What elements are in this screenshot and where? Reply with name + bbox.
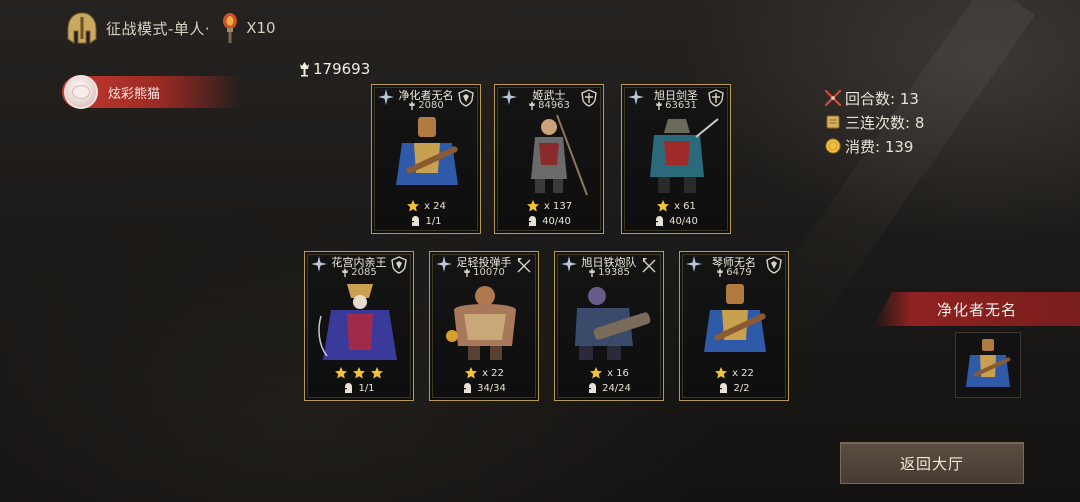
mode-header: 征战模式-单人· X10 — [64, 10, 276, 46]
troop-icon — [463, 383, 472, 393]
hero-power: 2080 — [372, 100, 480, 111]
star-row: x 22 — [430, 366, 538, 380]
hero-power: 2085 — [305, 267, 413, 278]
hero-card-1[interactable]: 净化者无名 2080 x 24 1/1 — [371, 84, 481, 234]
scroll-icon — [826, 115, 840, 129]
stat-triples: 三连次数: 8 — [824, 110, 924, 134]
hero-portrait — [704, 284, 766, 352]
star-row: x 16 — [555, 366, 663, 380]
troop-icon — [528, 216, 537, 226]
hero-portrait — [396, 117, 458, 185]
hero-card-7[interactable]: 琴师无名 6479 x 22 2/2 — [679, 251, 789, 401]
torch-ticket-icon — [223, 13, 238, 43]
hero-portrait — [531, 114, 588, 196]
player-avatar[interactable] — [64, 75, 98, 109]
star-row: x 61 — [622, 199, 730, 213]
ticket-count: X10 — [246, 19, 276, 37]
power-icon — [529, 100, 536, 110]
player-name: 炫彩熊猫 — [108, 86, 161, 102]
power-icon — [589, 267, 596, 277]
hero-portrait — [650, 118, 719, 193]
hero-power: 10070 — [430, 267, 538, 278]
stat-rounds: 回合数: 13 — [824, 86, 924, 110]
selected-hero-thumbnail[interactable] — [955, 332, 1021, 398]
player-banner[interactable]: 炫彩熊猫 — [62, 75, 242, 109]
hero-portrait — [446, 286, 516, 360]
troop-row: 2/2 — [680, 382, 788, 394]
power-icon — [409, 100, 416, 110]
star-icon — [335, 367, 347, 379]
star-row — [305, 366, 413, 380]
hero-power: 84963 — [495, 100, 603, 111]
troop-row: 34/34 — [430, 382, 538, 394]
hero-power: 19385 — [555, 267, 663, 278]
troop-icon — [719, 383, 728, 393]
battle-stats: 回合数: 13 三连次数: 8 消费: 139 — [824, 86, 924, 158]
troop-row: 24/24 — [555, 382, 663, 394]
star-icon — [715, 367, 728, 379]
troop-row: 40/40 — [495, 215, 603, 227]
hero-card-5[interactable]: 足轻投弹手 10070 x 22 34/34 — [429, 251, 539, 401]
hero-card-3[interactable]: 旭日剑圣 63631 x 61 40/40 — [621, 84, 731, 234]
troop-icon — [655, 216, 664, 226]
hero-portrait — [966, 339, 1011, 387]
troop-row: 1/1 — [372, 215, 480, 227]
total-power: 179693 — [298, 60, 370, 78]
star-row: x 137 — [495, 199, 603, 213]
hero-card-6[interactable]: 旭日铁炮队 19385 x 16 24/24 — [554, 251, 664, 401]
troop-icon — [344, 383, 353, 393]
troop-row: 1/1 — [305, 382, 413, 394]
crossed-swords-icon — [824, 89, 842, 107]
hero-card-4[interactable]: 花宫内亲王 2085 1/1 — [304, 251, 414, 401]
troop-row: 40/40 — [622, 215, 730, 227]
power-icon — [717, 267, 724, 277]
helmet-emblem-icon — [67, 12, 97, 44]
star-icon — [526, 200, 539, 212]
star-row: x 22 — [680, 366, 788, 380]
power-icon — [656, 100, 663, 110]
hero-card-2[interactable]: 姬武士 84963 x 137 40/40 — [494, 84, 604, 234]
star-icon — [407, 200, 420, 212]
hero-portrait — [318, 284, 397, 360]
troop-icon — [588, 383, 597, 393]
power-icon — [464, 267, 471, 277]
star-icon — [590, 367, 603, 379]
troop-icon — [411, 216, 420, 226]
star-icon — [657, 200, 670, 212]
stat-cost: 消费: 139 — [824, 134, 924, 158]
power-icon — [300, 62, 309, 77]
star-icon — [353, 367, 365, 379]
hero-power: 63631 — [622, 100, 730, 111]
hero-portrait — [575, 287, 651, 360]
return-lobby-button[interactable]: 返回大厅 — [840, 442, 1024, 484]
star-icon — [371, 367, 383, 379]
power-icon — [342, 267, 349, 277]
coin-icon — [825, 138, 841, 154]
mode-label: 征战模式-单人· — [106, 19, 211, 38]
star-icon — [465, 367, 478, 379]
total-power-value: 179693 — [313, 60, 371, 78]
hero-power: 6479 — [680, 267, 788, 278]
selected-hero-banner: 净化者无名 — [874, 292, 1080, 326]
star-row: x 24 — [372, 199, 480, 213]
